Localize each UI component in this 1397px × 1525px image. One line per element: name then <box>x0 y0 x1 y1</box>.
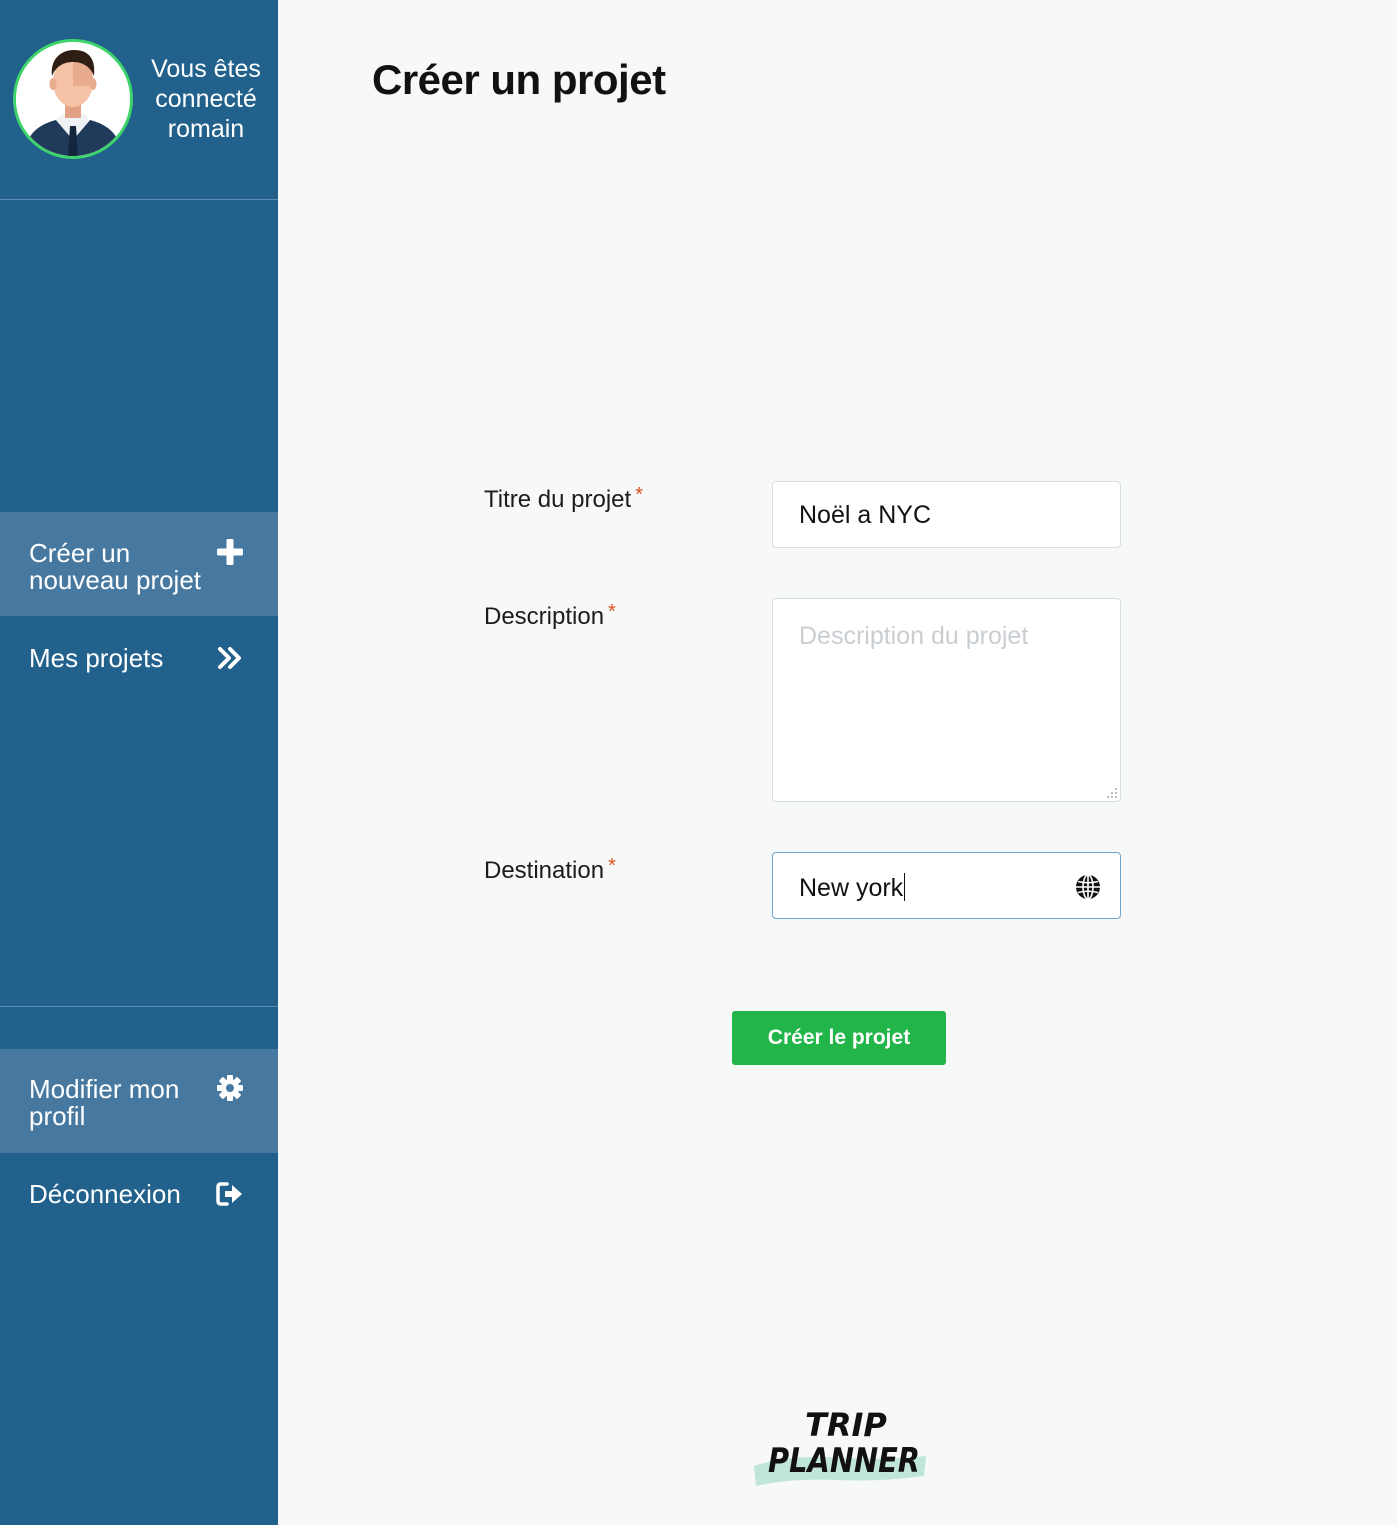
sidebar-item-my-projects-label: Mes projets <box>29 643 164 673</box>
globe-icon <box>1076 874 1100 900</box>
sidebar-item-create-project-label: Créer un nouveau projet <box>29 540 201 594</box>
description-placeholder: Description du projet <box>799 622 1029 650</box>
logo-line2: PLANNER <box>768 1441 920 1481</box>
description-field-label-text: Description <box>484 603 605 630</box>
trip-planner-logo-image: TRIP PLANNER <box>754 1406 926 1486</box>
user-name: romain <box>167 115 245 143</box>
destination-input[interactable]: New york <box>772 852 1121 919</box>
destination-field-label: Destination * <box>484 855 616 885</box>
required-mark: * <box>608 855 616 877</box>
plus-icon <box>217 539 243 565</box>
user-greeting-line2: connecté <box>155 85 257 113</box>
avatar <box>13 39 133 159</box>
avatar-image <box>16 42 130 156</box>
title-input-value: Noël a NYC <box>799 501 931 529</box>
title-input[interactable]: Noël a NYC <box>772 481 1121 548</box>
user-greeting: Vous êtes connecté romain <box>140 54 272 144</box>
sidebar-item-my-projects[interactable]: Mes projets <box>0 617 278 701</box>
sidebar-item-edit-profile-label: Modifier mon profil <box>29 1076 179 1130</box>
gear-icon <box>217 1075 243 1101</box>
text-caret <box>904 873 906 901</box>
sidebar-item-create-project-line1: Créer un <box>29 538 131 568</box>
required-mark: * <box>608 601 616 623</box>
title-field-label: Titre du projet * <box>484 484 643 514</box>
sidebar-item-logout-label: Déconnexion <box>29 1179 181 1209</box>
sidebar-divider <box>0 1006 278 1007</box>
required-mark: * <box>635 484 643 506</box>
trip-planner-logo: TRIP PLANNER <box>750 1400 930 1490</box>
page-title: Créer un projet <box>372 56 666 103</box>
logo-line1: TRIP <box>805 1406 887 1444</box>
description-textarea[interactable]: Description du projet <box>772 598 1121 802</box>
create-project-button[interactable]: Créer le projet <box>732 1011 946 1065</box>
title-field-label-text: Titre du projet <box>484 486 632 513</box>
sidebar-item-edit-profile-line1: Modifier mon <box>29 1074 180 1104</box>
sidebar-item-edit-profile[interactable]: Modifier mon profil <box>0 1049 278 1153</box>
resize-handle-icon[interactable] <box>1107 788 1117 798</box>
destination-input-value-wrap: New york <box>799 873 906 903</box>
user-block: Vous êtes connecté romain <box>0 0 278 200</box>
sign-out-icon <box>216 1182 242 1206</box>
sidebar-item-create-project-line2: nouveau projet <box>29 565 202 595</box>
user-greeting-line1: Vous êtes <box>151 55 261 83</box>
sidebar-item-edit-profile-line2: profil <box>29 1101 86 1131</box>
sidebar-item-create-project[interactable]: Créer un nouveau projet <box>0 512 278 616</box>
sidebar-item-logout[interactable]: Déconnexion <box>0 1154 278 1238</box>
destination-input-value: New york <box>799 874 904 902</box>
description-field-label: Description * <box>484 601 616 631</box>
double-chevron-right-icon <box>218 647 241 669</box>
sidebar: Vous êtes connecté romain Créer un nouve… <box>0 0 278 1525</box>
destination-field-label-text: Destination <box>484 857 605 884</box>
